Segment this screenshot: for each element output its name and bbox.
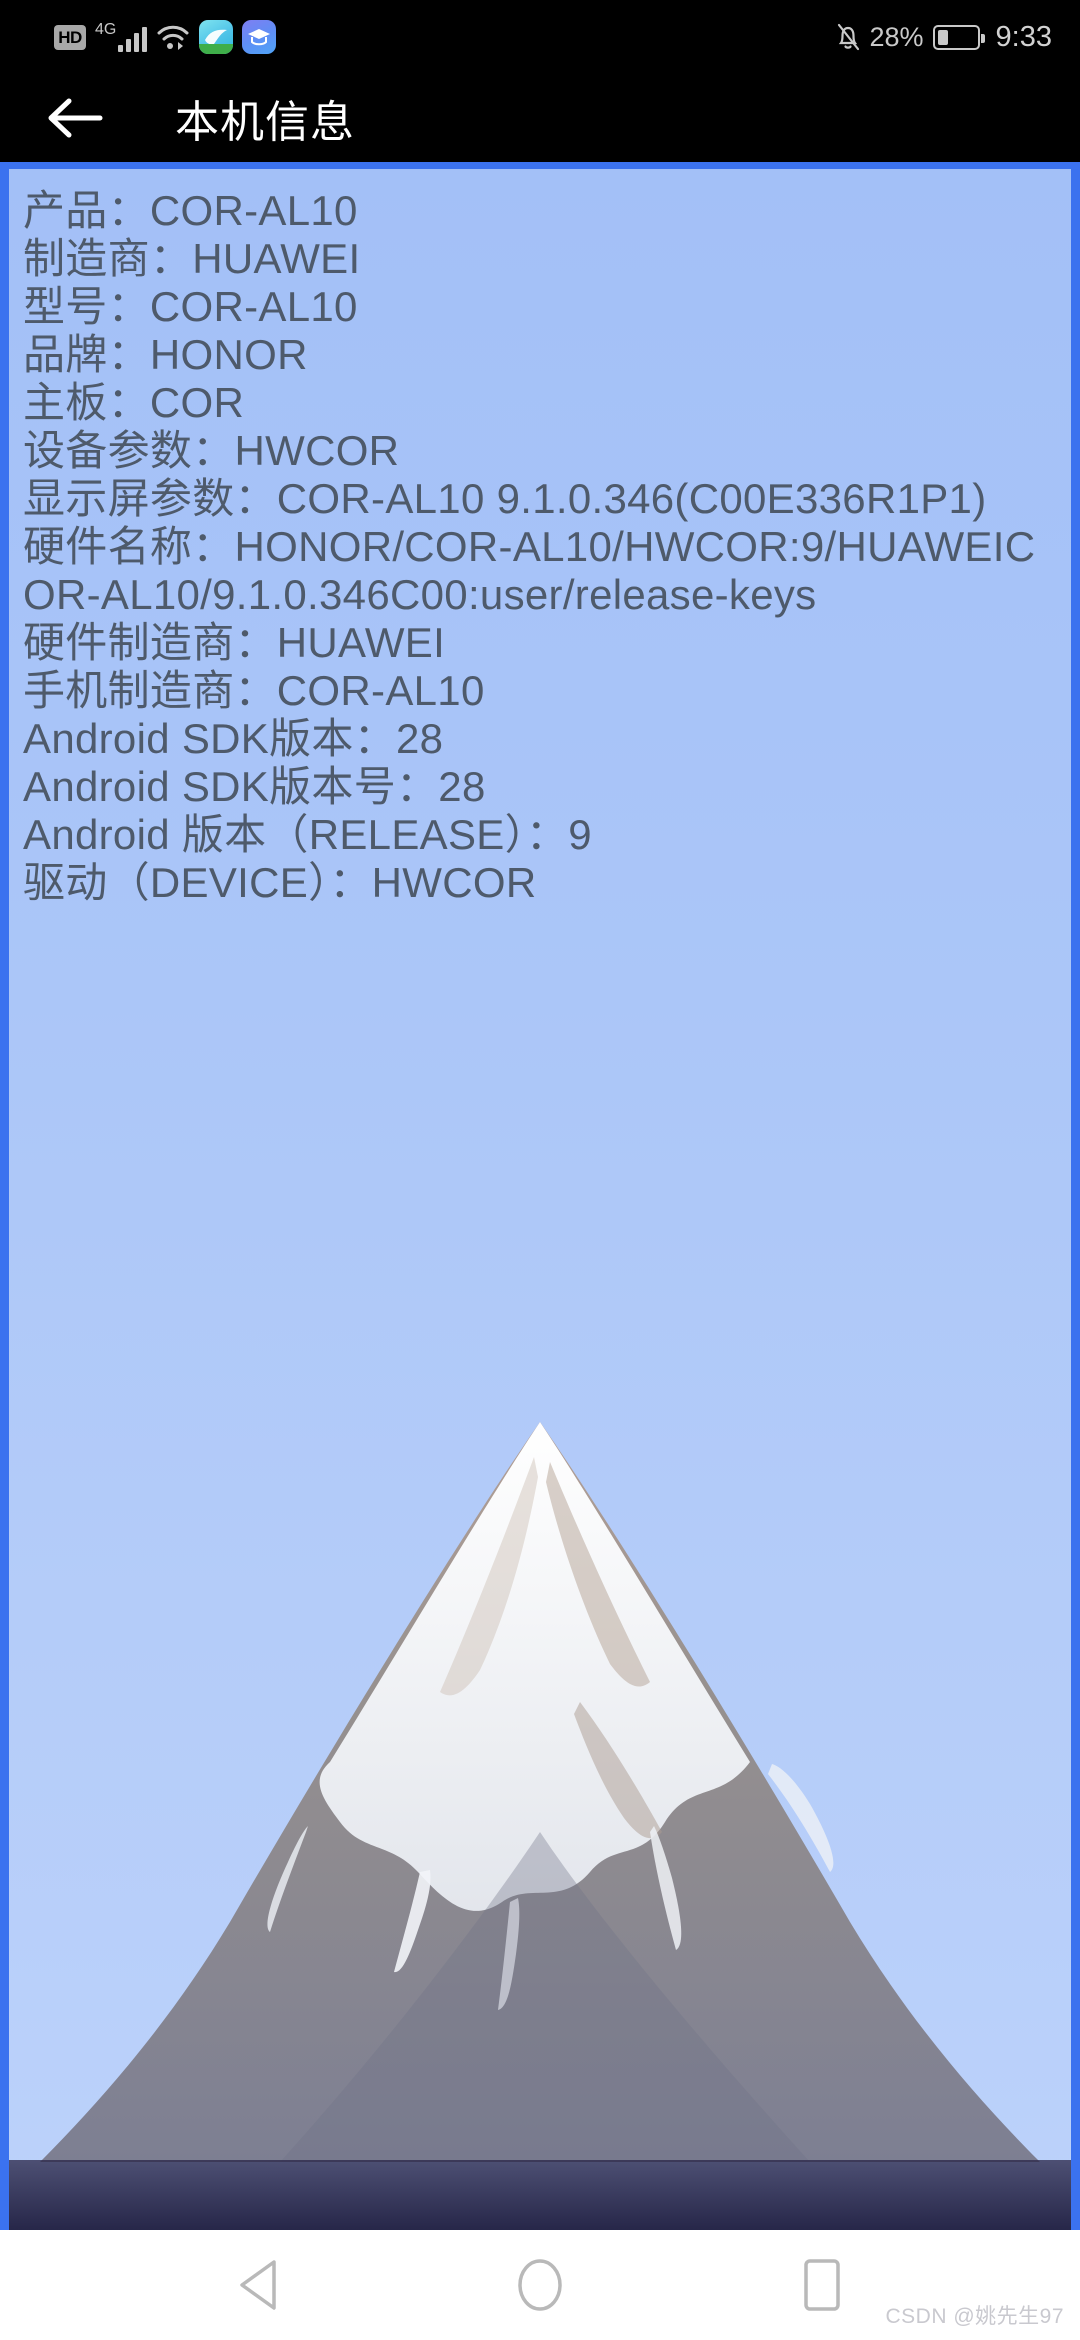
info-line: 型号：COR-AL10	[23, 283, 358, 330]
info-line: 主板：COR	[23, 379, 245, 426]
status-bar-right-icons: 28% 9:33	[835, 0, 1052, 74]
info-line: 驱动（DEVICE）：HWCOR	[23, 859, 537, 906]
hd-icon: HD	[54, 24, 86, 50]
info-line: 品牌：HONOR	[23, 331, 308, 378]
notifications-muted-icon	[837, 23, 859, 51]
app-education-icon	[242, 20, 277, 54]
app-tickets-icon	[199, 20, 234, 54]
arrow-left-icon	[48, 98, 103, 138]
app-bar: 本机信息	[0, 74, 1080, 162]
signal-bars-icon: 4G	[95, 21, 148, 52]
recents-square-icon	[804, 2259, 840, 2311]
battery-icon	[932, 24, 985, 50]
info-line: Android 版本（RELEASE）：9	[23, 811, 592, 858]
info-line: 硬件名称：HONOR/COR-AL10/HWCOR:9/HUAWEICOR-AL…	[23, 523, 1036, 618]
status-bar-left-icons: HD 4G	[54, 20, 277, 54]
device-info-panel: 产品：COR-AL10 制造商：HUAWEI 型号：COR-AL10 品牌：HO…	[0, 162, 1080, 2230]
page-title: 本机信息	[175, 98, 355, 147]
info-line: 手机制造商：COR-AL10	[23, 667, 485, 714]
info-line: 制造商：HUAWEI	[23, 235, 361, 282]
network-type-label: 4G	[95, 21, 117, 38]
info-line: Android SDK版本：28	[23, 715, 444, 762]
info-line: 设备参数：HWCOR	[23, 427, 400, 474]
nav-back-button[interactable]	[212, 2239, 304, 2331]
info-line: 硬件制造商：HUAWEI	[23, 619, 446, 666]
signal-strength-bars	[118, 25, 148, 52]
nav-home-button[interactable]	[494, 2239, 586, 2331]
phone-screen: HD 4G 28% 9:33 本机信息 产品：COR-AL10 制造商：HUAW…	[0, 0, 1080, 2340]
watermark-label: CSDN @姚先生97	[885, 2305, 1064, 2328]
wallpaper-mountain	[9, 1402, 1071, 2162]
clock-label: 9:33	[995, 20, 1052, 53]
info-line: 显示屏参数：COR-AL10 9.1.0.346(C00E336R1P1)	[23, 475, 987, 522]
info-line: 产品：COR-AL10	[23, 187, 358, 234]
back-triangle-icon	[240, 2260, 276, 2310]
system-navigation-bar: CSDN @姚先生97	[0, 2230, 1080, 2340]
device-info-list: 产品：COR-AL10 制造商：HUAWEI 型号：COR-AL10 品牌：HO…	[9, 169, 1071, 907]
battery-percent-label: 28%	[869, 21, 924, 52]
nav-recents-button[interactable]	[776, 2239, 868, 2331]
home-circle-icon	[518, 2259, 562, 2311]
wifi-icon	[157, 25, 189, 50]
status-bar: HD 4G 28% 9:33	[0, 0, 1080, 74]
info-line: Android SDK版本号：28	[23, 763, 486, 810]
back-button[interactable]	[38, 81, 112, 155]
wallpaper-bottom-band	[9, 2160, 1071, 2230]
